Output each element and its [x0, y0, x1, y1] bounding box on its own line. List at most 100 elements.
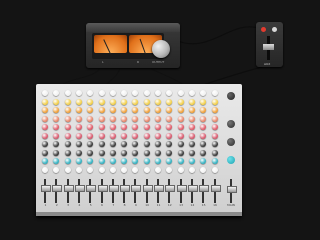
channel-knob[interactable]	[200, 132, 207, 139]
channel-knob[interactable]	[155, 115, 161, 122]
channel-knob[interactable]	[132, 124, 139, 130]
channel-knob[interactable]	[98, 132, 105, 139]
channel-knob[interactable]	[98, 107, 105, 113]
channel-knob[interactable]	[132, 132, 139, 139]
channel-knob[interactable]	[132, 98, 139, 105]
channel-knob[interactable]	[109, 132, 116, 139]
channel-knob[interactable]	[75, 98, 82, 105]
channel-fader[interactable]	[86, 185, 97, 192]
channel-knob[interactable]	[75, 90, 82, 96]
channel-knob[interactable]	[98, 149, 105, 156]
channel-knob[interactable]	[177, 107, 184, 113]
channel-knob[interactable]	[132, 149, 139, 156]
channel-knob[interactable]	[42, 115, 48, 122]
channel-knob[interactable]	[188, 90, 195, 96]
channel-knob[interactable]	[177, 149, 184, 156]
channel-knob[interactable]	[177, 132, 184, 139]
channel-knob[interactable]	[53, 90, 60, 96]
channel-knob[interactable]	[42, 141, 48, 147]
channel-fader[interactable]	[41, 185, 51, 192]
channel-knob[interactable]	[143, 166, 150, 173]
channel-knob[interactable]	[87, 124, 94, 130]
channel-knob[interactable]	[177, 141, 184, 147]
channel-knob[interactable]	[143, 132, 150, 139]
channel-knob[interactable]	[42, 149, 48, 156]
channel-knob[interactable]	[188, 132, 195, 139]
channel-knob[interactable]	[87, 90, 94, 96]
channel-knob[interactable]	[98, 158, 105, 164]
channel-knob[interactable]	[98, 141, 105, 147]
channel-knob[interactable]	[155, 158, 161, 164]
channel-knob[interactable]	[155, 90, 161, 96]
channel-fader[interactable]	[108, 185, 119, 192]
channel-knob[interactable]	[109, 107, 116, 113]
channel-knob[interactable]	[143, 141, 150, 147]
channel-knob[interactable]	[211, 90, 218, 96]
channel-knob[interactable]	[53, 158, 60, 164]
channel-knob[interactable]	[188, 166, 195, 173]
channel-knob[interactable]	[177, 90, 184, 96]
channel-knob[interactable]	[121, 115, 128, 122]
channel-knob[interactable]	[64, 132, 71, 139]
channel-fader[interactable]	[165, 185, 176, 192]
channel-knob[interactable]	[121, 98, 128, 105]
master-knob[interactable]	[227, 92, 235, 100]
channel-knob[interactable]	[211, 132, 218, 139]
channel-knob[interactable]	[132, 141, 139, 147]
channel-knob[interactable]	[98, 90, 105, 96]
channel-knob[interactable]	[188, 124, 195, 130]
channel-knob[interactable]	[177, 115, 184, 122]
channel-knob[interactable]	[211, 141, 218, 147]
channel-knob[interactable]	[211, 98, 218, 105]
channel-fader[interactable]	[154, 185, 164, 192]
channel-knob[interactable]	[121, 124, 128, 130]
channel-knob[interactable]	[42, 158, 48, 164]
channel-knob[interactable]	[155, 141, 161, 147]
channel-fader[interactable]	[74, 185, 85, 192]
channel-knob[interactable]	[143, 149, 150, 156]
channel-knob[interactable]	[132, 90, 139, 96]
channel-knob[interactable]	[166, 166, 173, 173]
channel-knob[interactable]	[64, 115, 71, 122]
channel-fader[interactable]	[131, 185, 142, 192]
channel-knob[interactable]	[98, 124, 105, 130]
channel-knob[interactable]	[188, 158, 195, 164]
channel-knob[interactable]	[211, 124, 218, 130]
channel-knob[interactable]	[64, 124, 71, 130]
channel-knob[interactable]	[87, 149, 94, 156]
channel-knob[interactable]	[109, 158, 116, 164]
master-aux2-knob[interactable]	[227, 138, 235, 146]
channel-knob[interactable]	[143, 115, 150, 122]
channel-knob[interactable]	[109, 124, 116, 130]
channel-knob[interactable]	[121, 149, 128, 156]
channel-knob[interactable]	[177, 124, 184, 130]
channel-knob[interactable]	[200, 107, 207, 113]
channel-knob[interactable]	[211, 166, 218, 173]
channel-knob[interactable]	[87, 158, 94, 164]
channel-knob[interactable]	[75, 149, 82, 156]
channel-knob[interactable]	[53, 132, 60, 139]
channel-knob[interactable]	[42, 166, 48, 173]
channel-knob[interactable]	[188, 98, 195, 105]
channel-knob[interactable]	[155, 132, 161, 139]
channel-knob[interactable]	[87, 132, 94, 139]
channel-knob[interactable]	[109, 115, 116, 122]
channel-knob[interactable]	[200, 158, 207, 164]
channel-knob[interactable]	[53, 107, 60, 113]
channel-knob[interactable]	[53, 124, 60, 130]
aux-fader[interactable]	[263, 44, 274, 50]
channel-knob[interactable]	[166, 90, 173, 96]
channel-knob[interactable]	[143, 124, 150, 130]
channel-knob[interactable]	[75, 124, 82, 130]
channel-knob[interactable]	[155, 98, 161, 105]
channel-fader[interactable]	[187, 185, 198, 192]
channel-knob[interactable]	[188, 107, 195, 113]
master-aux-knob[interactable]	[227, 120, 235, 128]
channel-knob[interactable]	[53, 98, 60, 105]
channel-knob[interactable]	[109, 166, 116, 173]
channel-knob[interactable]	[75, 158, 82, 164]
channel-knob[interactable]	[64, 98, 71, 105]
channel-knob[interactable]	[98, 166, 105, 173]
channel-knob[interactable]	[42, 132, 48, 139]
channel-knob[interactable]	[211, 149, 218, 156]
